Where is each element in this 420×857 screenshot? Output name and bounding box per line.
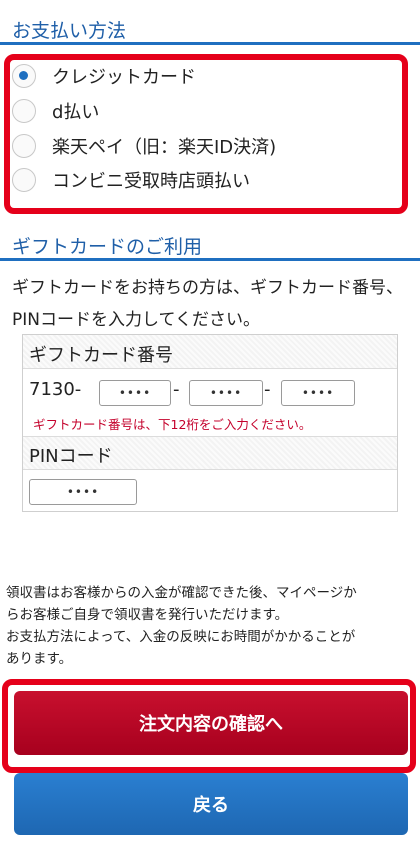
pin-code-header: PINコード <box>23 436 397 470</box>
radio-credit-card[interactable] <box>12 64 36 88</box>
gift-card-number-label: ギフトカード番号 <box>29 345 173 366</box>
pin-code-input[interactable]: •••• <box>29 479 137 505</box>
back-button[interactable]: 戻る <box>14 773 408 835</box>
gift-card-dash: - <box>173 379 180 400</box>
notice-line: あります。 <box>6 651 73 667</box>
payment-option-label: 楽天ペイ（旧：楽天ID決済) <box>52 137 277 158</box>
notice-line: お支払方法によって、入金の反映にお時間がかかることが <box>6 629 356 645</box>
payment-option-label: コンビニ受取時店頭払い <box>52 171 250 192</box>
gift-card-number-note: ギフトカード番号は、下12桁をご入力ください。 <box>33 417 312 432</box>
gift-card-divider <box>0 258 420 261</box>
gift-card-title: ギフトカードのご利用 <box>12 236 203 258</box>
radio-convenience-store[interactable] <box>12 168 36 192</box>
radio-d-barai[interactable] <box>12 99 36 123</box>
payment-option-d-barai[interactable]: d払い <box>12 97 99 125</box>
payment-option-credit-card[interactable]: クレジットカード <box>12 62 196 90</box>
gift-card-prefix: 7130- <box>29 379 82 400</box>
gift-card-code-input-3[interactable]: •••• <box>281 380 355 406</box>
gift-card-code-input-2[interactable]: •••• <box>189 380 263 406</box>
payment-method-divider <box>0 42 420 45</box>
payment-option-label: d払い <box>52 102 100 123</box>
payment-option-convenience-store[interactable]: コンビニ受取時店頭払い <box>12 166 250 194</box>
payment-option-label: クレジットカード <box>52 67 196 88</box>
payment-method-header: お支払い方法 <box>0 0 420 46</box>
gift-card-code-input-1[interactable]: •••• <box>99 380 171 406</box>
gift-card-header: ギフトカードのご利用 <box>0 222 420 262</box>
notice-line: らお客様ご自身で領収書を発行いただけます。 <box>6 607 289 623</box>
gift-card-description: ギフトカードをお持ちの方は、ギフトカード番号、PINコードを入力してください。 <box>12 278 403 330</box>
receipt-notice: 領収書はお客様からの入金が確認できた後、マイページか らお客様ご自身で領収書を発… <box>6 582 416 670</box>
gift-card-number-header: ギフトカード番号 <box>23 335 397 369</box>
pin-code-label: PINコード <box>29 446 113 467</box>
confirm-order-button[interactable]: 注文内容の確認へ <box>14 691 408 755</box>
radio-rakuten-pay[interactable] <box>12 134 36 158</box>
notice-line: 領収書はお客様からの入金が確認できた後、マイページか <box>6 585 357 601</box>
gift-card-form: ギフトカード番号 7130- •••• - •••• - •••• ギフトカード… <box>22 334 398 512</box>
payment-option-rakuten-pay[interactable]: 楽天ペイ（旧：楽天ID決済) <box>12 132 276 160</box>
gift-card-dash: - <box>264 379 271 400</box>
payment-method-title: お支払い方法 <box>12 20 127 42</box>
